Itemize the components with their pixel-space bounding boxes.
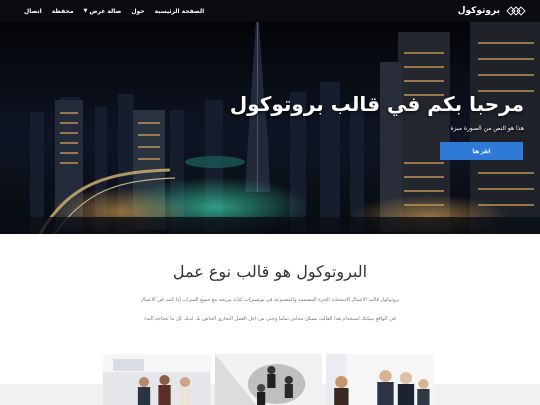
nav-item-about[interactable]: حول bbox=[131, 8, 144, 15]
section-title: البروتوكول هو قالب نوع عمل bbox=[172, 262, 368, 281]
section-text-line-2: في الواقع يمكنك استخدام هذا القالب بشكل … bbox=[144, 316, 396, 322]
colleagues-image bbox=[326, 354, 435, 405]
photo-gallery bbox=[103, 354, 435, 405]
business-meeting-photo[interactable] bbox=[214, 354, 323, 405]
brand-name: بروتوكول bbox=[457, 6, 500, 16]
section-text-line-1: بروتوكول قالب الأعمال الاستجابة الحرة ال… bbox=[140, 297, 400, 303]
chevron-down-icon: ▼ bbox=[83, 8, 88, 14]
business-meeting-image bbox=[214, 354, 323, 405]
nav-item-contact[interactable]: اتصال bbox=[24, 8, 42, 15]
office-team-photo[interactable] bbox=[103, 354, 211, 405]
top-navbar: اتصال محفظة ▼ صالة عرض حول الصفحة الرئيس… bbox=[0, 0, 540, 22]
brand[interactable]: بروتوكول bbox=[458, 6, 526, 16]
hero-subtitle: هذا هو النص من الصورة ميزة bbox=[450, 125, 524, 132]
nav-item-gallery-label: صالة عرض bbox=[89, 7, 122, 15]
office-team-image bbox=[103, 354, 211, 405]
interlocking-rings-logo-icon bbox=[506, 6, 526, 16]
nav-item-home[interactable]: الصفحة الرئيسية bbox=[155, 8, 205, 15]
click-here-button[interactable]: انقر هنا bbox=[440, 142, 523, 160]
nav-item-gallery[interactable]: ▼ صالة عرض bbox=[84, 8, 122, 15]
hero-banner: مرحبا بكم في قالب بروتوكول هذا هو النص م… bbox=[0, 22, 540, 234]
nav-menu: اتصال محفظة ▼ صالة عرض حول الصفحة الرئيس… bbox=[24, 8, 204, 15]
nav-item-portfolio[interactable]: محفظة bbox=[52, 8, 74, 15]
colleagues-photo[interactable] bbox=[326, 354, 435, 405]
hero-title: مرحبا بكم في قالب بروتوكول bbox=[229, 92, 524, 116]
